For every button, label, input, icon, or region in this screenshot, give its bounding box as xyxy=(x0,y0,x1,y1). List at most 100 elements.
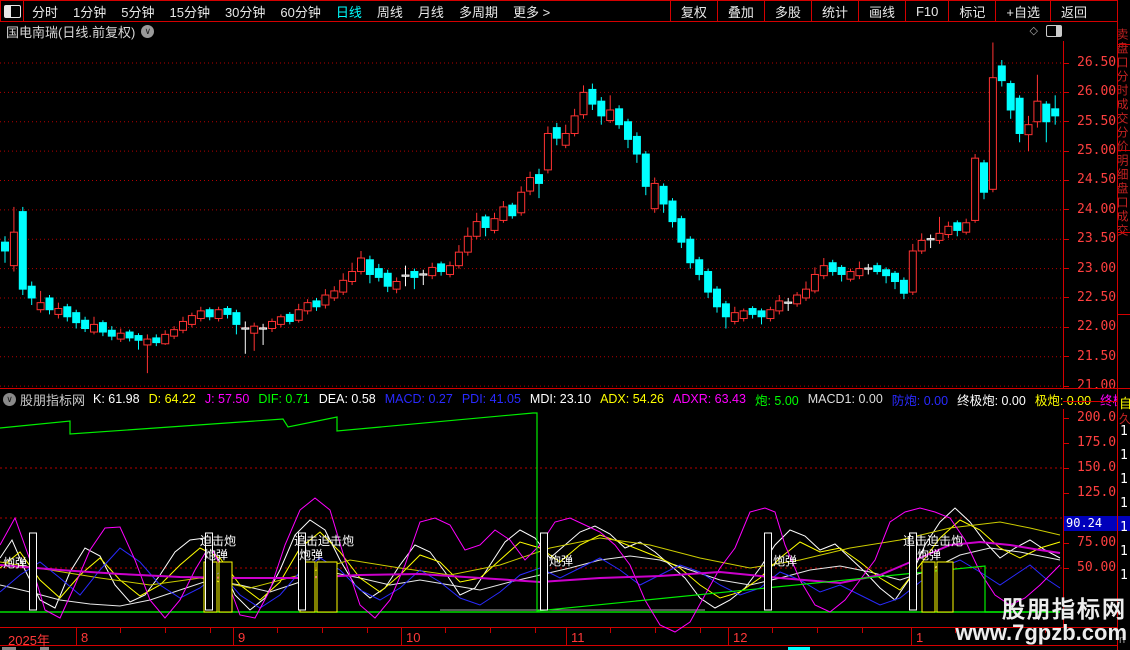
indicator-field-13: 终极炮: 0.00 xyxy=(957,390,1026,409)
toolbar-button-2[interactable]: 多股 xyxy=(764,1,811,21)
watermark-url: www.7gpzb.com xyxy=(955,621,1127,644)
week-tick xyxy=(862,628,863,633)
indicator-axis-label: 125.0 xyxy=(1077,485,1116,500)
svg-text:炮弹: 炮弹 xyxy=(917,548,941,562)
week-tick xyxy=(210,628,211,633)
indicator-tick xyxy=(1063,443,1069,444)
month-label-1: 9 xyxy=(238,630,245,645)
period-tab-3[interactable]: 15分钟 xyxy=(169,2,209,21)
chevron-down-icon[interactable]: ∨ xyxy=(141,25,154,38)
svg-text:炮弹: 炮弹 xyxy=(773,554,797,568)
period-tab-10[interactable]: 更多 > xyxy=(513,2,550,21)
clipped-digit: 1 xyxy=(1120,544,1128,559)
indicator-field-8: ADX: 54.26 xyxy=(600,392,664,406)
month-tick xyxy=(566,628,567,645)
month-label-0: 8 xyxy=(81,630,88,645)
week-tick xyxy=(490,628,491,633)
week-tick xyxy=(165,628,166,633)
week-tick xyxy=(322,628,323,633)
clipped-digit: 1 xyxy=(1120,448,1128,463)
chevron-circle-icon[interactable]: ∨ xyxy=(3,393,16,406)
period-tab-0[interactable]: 分时 xyxy=(32,2,58,21)
top-toolbar: 分时 1分钟 5分钟 15分钟 30分钟 60分钟日线周线月线多周期更多 > 复权叠加多股… xyxy=(0,0,1128,22)
week-tick xyxy=(700,628,701,633)
month-tick xyxy=(911,628,912,645)
indicator-header: ∨ 股朋指标网 K: 61.98D: 64.22J: 57.50DIF: 0.7… xyxy=(0,388,1117,409)
indicator-axis-label: 150.0 xyxy=(1077,460,1116,475)
price-label: 25.50 xyxy=(1077,114,1116,129)
svg-text:炮弹: 炮弹 xyxy=(299,548,323,562)
month-tick xyxy=(233,628,234,645)
period-tab-2[interactable]: 5分钟 xyxy=(121,2,154,21)
toolbar-button-1[interactable]: 叠加 xyxy=(717,1,764,21)
divider xyxy=(1118,150,1130,151)
toolbar-actions: 复权叠加多股统计画线F10标记+自选返回 xyxy=(670,1,1097,21)
week-tick xyxy=(817,628,818,633)
price-label: 22.50 xyxy=(1077,290,1116,305)
svg-text:炮弹: 炮弹 xyxy=(549,554,573,568)
toolbar-button-7[interactable]: +自选 xyxy=(995,1,1050,21)
indicator-panel-chart: 炮弹迫击炮炮弹追击迫击炮炮弹炮弹炮弹追击迫击炮炮弹 xyxy=(0,408,1063,646)
month-label-2: 10 xyxy=(406,630,420,645)
price-label: 23.00 xyxy=(1077,261,1116,276)
clipped-digit: 1 xyxy=(1120,424,1128,439)
clipped-digit: 1 xyxy=(1120,472,1128,487)
period-tab-1[interactable]: 1分钟 xyxy=(73,2,106,21)
period-tab-9[interactable]: 多周期 xyxy=(459,2,498,21)
month-tick xyxy=(401,628,402,645)
svg-text:迫击炮: 迫击炮 xyxy=(200,534,236,548)
toolbar-button-5[interactable]: F10 xyxy=(905,1,948,21)
period-tab-8[interactable]: 月线 xyxy=(418,2,444,21)
price-label: 22.00 xyxy=(1077,319,1116,334)
indicator-field-4: DEA: 0.58 xyxy=(319,392,376,406)
indicator-tick xyxy=(1063,543,1069,544)
indicator-field-11: MACD1: 0.00 xyxy=(808,392,883,406)
month-tick xyxy=(728,628,729,645)
week-tick xyxy=(535,628,536,633)
divider xyxy=(1118,314,1130,315)
price-label: 24.00 xyxy=(1077,202,1116,217)
indicator-field-9: ADXR: 63.43 xyxy=(673,392,746,406)
watermark-brand: 股朋指标网 xyxy=(955,597,1127,621)
toolbar-button-8[interactable]: 返回 xyxy=(1050,1,1097,21)
window-layout-icon[interactable] xyxy=(1046,25,1062,37)
period-tab-5[interactable]: 60分钟 xyxy=(280,2,320,21)
week-tick xyxy=(655,628,656,633)
indicator-field-7: MDI: 23.10 xyxy=(530,392,591,406)
price-label: 23.50 xyxy=(1077,231,1116,246)
period-tab-6[interactable]: 日线 xyxy=(336,2,362,21)
trading-terminal: 分时 1分钟 5分钟 15分钟 30分钟 60分钟日线周线月线多周期更多 > 复权叠加多股… xyxy=(0,0,1130,650)
app-menu-button[interactable] xyxy=(1,1,24,21)
main-candlestick-chart[interactable] xyxy=(0,41,1063,388)
week-tick xyxy=(367,628,368,633)
clipped-digit: 1 xyxy=(1120,520,1128,535)
week-tick xyxy=(120,628,121,633)
diamond-icon[interactable]: ◇ xyxy=(1030,24,1038,37)
period-tab-7[interactable]: 周线 xyxy=(377,2,403,21)
price-label: 26.00 xyxy=(1077,84,1116,99)
indicator-axis-label: 50.00 xyxy=(1077,560,1116,575)
month-label-3: 11 xyxy=(571,630,585,645)
indicator-tick xyxy=(1063,568,1069,569)
indicator-field-2: J: 57.50 xyxy=(205,392,249,406)
toolbar-button-0[interactable]: 复权 xyxy=(670,1,717,21)
toolbar-button-4[interactable]: 画线 xyxy=(858,1,905,21)
indicator-tick xyxy=(1063,493,1069,494)
indicator-tick xyxy=(1063,468,1069,469)
indicator-tick xyxy=(1063,418,1069,419)
stock-title: 国电南瑞(日线.前复权) xyxy=(6,22,135,41)
month-tick xyxy=(76,628,77,645)
indicator-brand: 股朋指标网 xyxy=(20,390,85,409)
toolbar-button-3[interactable]: 统计 xyxy=(811,1,858,21)
svg-text:炮弹: 炮弹 xyxy=(204,548,228,562)
indicator-field-5: MACD: 0.27 xyxy=(385,392,453,406)
watermark: 股朋指标网 www.7gpzb.com xyxy=(955,597,1127,644)
period-tab-4[interactable]: 30分钟 xyxy=(225,2,265,21)
clipped-vertical-text: 卖盘口分时成交分价明细盘口成交 xyxy=(1117,28,1130,383)
indicator-axis-label: 75.00 xyxy=(1077,535,1116,550)
divider xyxy=(1118,232,1130,233)
divider xyxy=(1118,44,1130,45)
divider xyxy=(1118,388,1130,389)
toolbar-button-6[interactable]: 标记 xyxy=(948,1,995,21)
svg-text:追击迫击炮: 追击迫击炮 xyxy=(903,533,963,548)
